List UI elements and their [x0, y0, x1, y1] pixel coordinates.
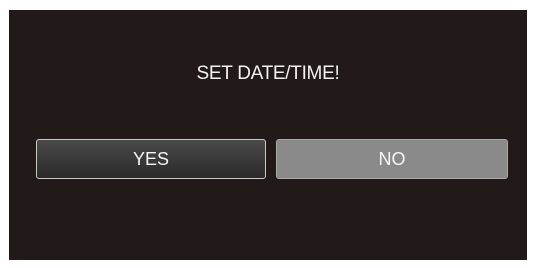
- dialog-message: SET DATE/TIME!: [196, 63, 340, 84]
- camera-screen: SET DATE/TIME! YES NO: [9, 10, 527, 260]
- yes-button[interactable]: YES: [36, 139, 266, 179]
- yes-button-label: YES: [132, 148, 170, 169]
- no-button[interactable]: NO: [276, 139, 508, 179]
- no-button-label: NO: [378, 148, 406, 169]
